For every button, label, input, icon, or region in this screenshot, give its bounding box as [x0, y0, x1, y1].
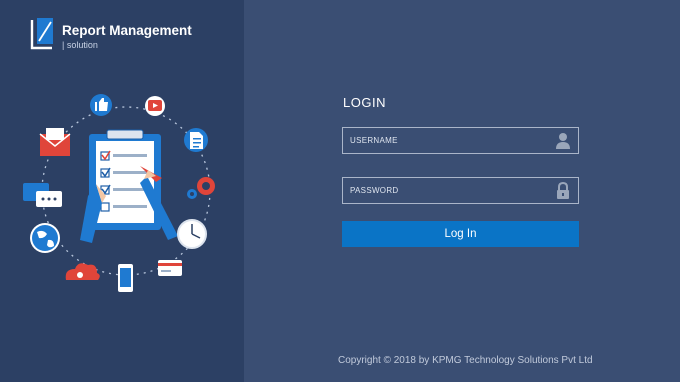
envelope-icon [39, 128, 71, 156]
username-field[interactable] [342, 127, 579, 154]
video-play-icon [145, 96, 165, 116]
brand: Report Management | solution [30, 16, 230, 56]
password-field[interactable] [342, 177, 579, 204]
chat-bubble-icon [23, 183, 62, 207]
document-icon [184, 128, 208, 152]
clipboard-checklist-icon [80, 129, 178, 243]
thumbs-up-icon [90, 94, 112, 116]
login-button[interactable]: Log In [342, 221, 579, 247]
brand-title: Report Management [62, 23, 192, 38]
copyright-text: Copyright © 2018 by KPMG Technology Solu… [338, 355, 593, 366]
mobile-phone-icon [118, 264, 133, 292]
user-icon [556, 133, 570, 149]
username-input[interactable] [343, 128, 553, 153]
login-heading: LOGIN [343, 95, 386, 110]
gear-icon [187, 177, 215, 199]
report-illustration [23, 94, 215, 292]
clock-icon [177, 219, 207, 249]
password-input[interactable] [343, 178, 553, 203]
globe-icon [30, 223, 60, 253]
brand-logo-icon [30, 18, 53, 50]
cloud-icon [65, 263, 100, 280]
left-panel: Report Management | solution [0, 0, 244, 382]
lock-icon [557, 182, 569, 199]
credit-card-icon [158, 260, 182, 276]
brand-subtitle: | solution [62, 40, 98, 50]
